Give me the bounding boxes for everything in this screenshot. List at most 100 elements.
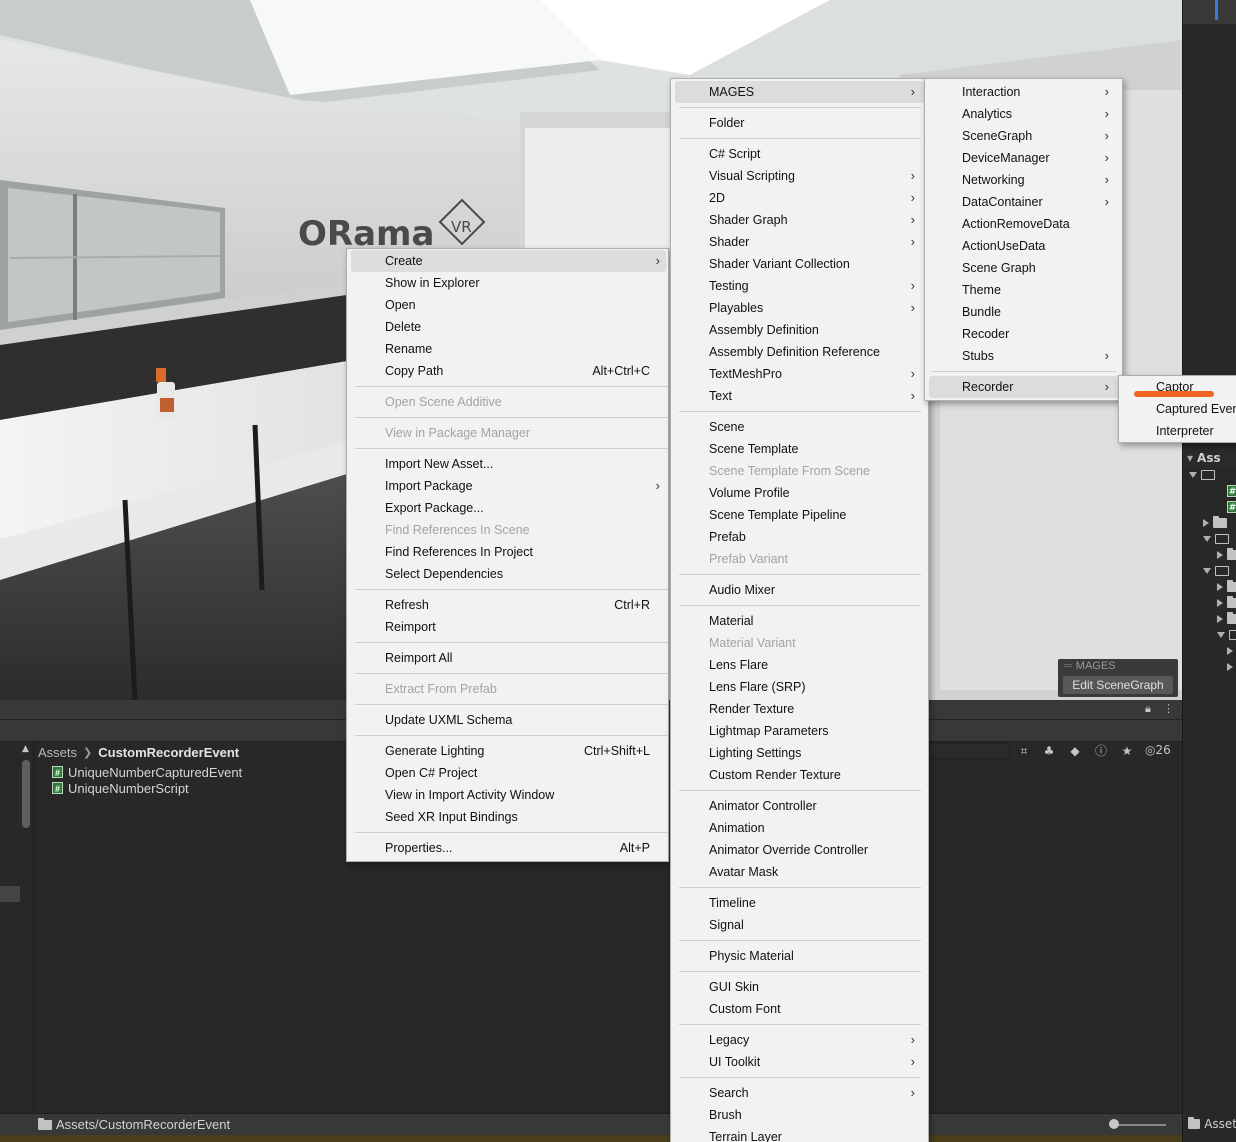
menu-item-networking[interactable]: Networking › (929, 169, 1119, 191)
menu-item-render-texture[interactable]: Render Texture (675, 698, 925, 720)
menu-item-text[interactable]: Text › (675, 385, 925, 407)
menu-item-create[interactable]: Create › (351, 250, 666, 272)
tree-row[interactable] (1217, 595, 1236, 611)
expand-icon[interactable] (1203, 536, 1211, 542)
menu-item-properties[interactable]: Properties... Alt+P (351, 837, 666, 859)
menu-item-shader-graph[interactable]: Shader Graph › (675, 209, 925, 231)
collapse-icon[interactable] (1217, 599, 1223, 607)
menu-item-mages[interactable]: MAGES › (675, 81, 925, 103)
menu-item-timeline[interactable]: Timeline (675, 892, 925, 914)
menu-item-view-in-import-activity-window[interactable]: View in Import Activity Window (351, 784, 666, 806)
collapse-icon[interactable] (1217, 615, 1223, 623)
file-item[interactable]: # UniqueNumberScript (52, 780, 189, 796)
menu-item-open-c-project[interactable]: Open C# Project (351, 762, 666, 784)
tree-row[interactable] (1217, 547, 1236, 563)
menu-item-lighting-settings[interactable]: Lighting Settings (675, 742, 925, 764)
menu-item-bundle[interactable]: Bundle (929, 301, 1119, 323)
menu-item-shader[interactable]: Shader › (675, 231, 925, 253)
menu-item-lightmap-parameters[interactable]: Lightmap Parameters (675, 720, 925, 742)
menu-item-shader-variant-collection[interactable]: Shader Variant Collection (675, 253, 925, 275)
menu-item-stubs[interactable]: Stubs › (929, 345, 1119, 367)
folder-tree-panel[interactable] (0, 742, 34, 1122)
menu-item-open[interactable]: Open (351, 294, 666, 316)
menu-item-legacy[interactable]: Legacy › (675, 1029, 925, 1051)
tree-row[interactable] (1227, 643, 1236, 659)
menu-item-assembly-definition-reference[interactable]: Assembly Definition Reference (675, 341, 925, 363)
menu-item-prefab[interactable]: Prefab (675, 526, 925, 548)
menu-item-rename[interactable]: Rename (351, 338, 666, 360)
menu-item-export-package[interactable]: Export Package... (351, 497, 666, 519)
tree-row[interactable] (1227, 659, 1236, 675)
menu-item-scene[interactable]: Scene (675, 416, 925, 438)
menu-item-material[interactable]: Material (675, 610, 925, 632)
label-icon[interactable]: ◆ (1066, 742, 1084, 760)
breadcrumb-root[interactable]: Assets (38, 745, 77, 760)
menu-item-animation[interactable]: Animation (675, 817, 925, 839)
expand-icon[interactable] (1203, 568, 1211, 574)
menu-item-ui-toolkit[interactable]: UI Toolkit › (675, 1051, 925, 1073)
menu-item-gui-skin[interactable]: GUI Skin (675, 976, 925, 998)
menu-item-delete[interactable]: Delete (351, 316, 666, 338)
tree-row[interactable]: # (1227, 483, 1236, 499)
tree-row[interactable] (1217, 627, 1236, 643)
tree-row[interactable] (1203, 563, 1229, 579)
tree-row[interactable] (1203, 531, 1229, 547)
collapse-icon[interactable] (1227, 647, 1233, 655)
menu-item-signal[interactable]: Signal (675, 914, 925, 936)
breadcrumb-current[interactable]: CustomRecorderEvent (98, 745, 239, 760)
menu-item-generate-lighting[interactable]: Generate Lighting Ctrl+Shift+L (351, 740, 666, 762)
assets-tree-header[interactable]: Ass (1183, 449, 1236, 468)
menu-item-reimport[interactable]: Reimport (351, 616, 666, 638)
icon-size-slider-handle[interactable] (1109, 1119, 1119, 1129)
tree-row[interactable] (1217, 611, 1236, 627)
console-status-line[interactable] (0, 1135, 1182, 1142)
menu-item-avatar-mask[interactable]: Avatar Mask (675, 861, 925, 883)
menu-item-reimport-all[interactable]: Reimport All (351, 647, 666, 669)
menu-item-c-script[interactable]: C# Script (675, 143, 925, 165)
menu-item-visual-scripting[interactable]: Visual Scripting › (675, 165, 925, 187)
lock-icon[interactable]: 🔒︎ (1145, 702, 1151, 716)
menu-item-2d[interactable]: 2D › (675, 187, 925, 209)
collapse-icon[interactable] (1217, 551, 1223, 559)
menu-item-scene-template[interactable]: Scene Template (675, 438, 925, 460)
menu-item-actionremovedata[interactable]: ActionRemoveData (929, 213, 1119, 235)
collapse-icon[interactable] (1203, 519, 1209, 527)
menu-item-scenegraph[interactable]: SceneGraph › (929, 125, 1119, 147)
menu-item-volume-profile[interactable]: Volume Profile (675, 482, 925, 504)
tree-row[interactable] (1189, 467, 1215, 483)
hidden-count[interactable]: ◎26 (1145, 743, 1171, 757)
star-icon[interactable]: ★ (1118, 742, 1136, 760)
menu-item-animator-controller[interactable]: Animator Controller (675, 795, 925, 817)
tree-row[interactable] (1203, 515, 1227, 531)
menu-item-copy-path[interactable]: Copy Path Alt+Ctrl+C (351, 360, 666, 382)
tree-row[interactable]: # (1227, 499, 1236, 515)
menu-item-search[interactable]: Search › (675, 1082, 925, 1104)
menu-item-testing[interactable]: Testing › (675, 275, 925, 297)
collapse-icon[interactable] (1217, 583, 1223, 591)
menu-item-recoder[interactable]: Recoder (929, 323, 1119, 345)
tree-row[interactable] (1217, 579, 1236, 595)
menu-item-seed-xr-input-bindings[interactable]: Seed XR Input Bindings (351, 806, 666, 828)
menu-item-interpreter[interactable]: Interpreter (1123, 420, 1236, 442)
menu-item-show-in-explorer[interactable]: Show in Explorer (351, 272, 666, 294)
menu-item-audio-mixer[interactable]: Audio Mixer (675, 579, 925, 601)
menu-item-animator-override-controller[interactable]: Animator Override Controller (675, 839, 925, 861)
warning-icon[interactable]: ⓘ (1092, 742, 1110, 760)
edit-scenegraph-button[interactable]: Edit SceneGraph (1063, 676, 1173, 694)
menu-item-update-uxml-schema[interactable]: Update UXML Schema (351, 709, 666, 731)
menu-item-lens-flare-srp[interactable]: Lens Flare (SRP) (675, 676, 925, 698)
search-by-type-icon[interactable]: ⌗ (1015, 742, 1033, 760)
menu-item-lens-flare[interactable]: Lens Flare (675, 654, 925, 676)
menu-item-scene-graph[interactable]: Scene Graph (929, 257, 1119, 279)
menu-item-custom-render-texture[interactable]: Custom Render Texture (675, 764, 925, 786)
expand-icon[interactable] (1189, 472, 1197, 478)
menu-item-datacontainer[interactable]: DataContainer › (929, 191, 1119, 213)
selected-folder-row[interactable] (0, 886, 20, 902)
menu-item-textmeshpro[interactable]: TextMeshPro › (675, 363, 925, 385)
menu-item-terrain-layer[interactable]: Terrain Layer (675, 1126, 925, 1142)
menu-item-refresh[interactable]: Refresh Ctrl+R (351, 594, 666, 616)
menu-item-playables[interactable]: Playables › (675, 297, 925, 319)
menu-item-brush[interactable]: Brush (675, 1104, 925, 1126)
search-input[interactable] (925, 743, 1010, 759)
menu-item-assembly-definition[interactable]: Assembly Definition (675, 319, 925, 341)
